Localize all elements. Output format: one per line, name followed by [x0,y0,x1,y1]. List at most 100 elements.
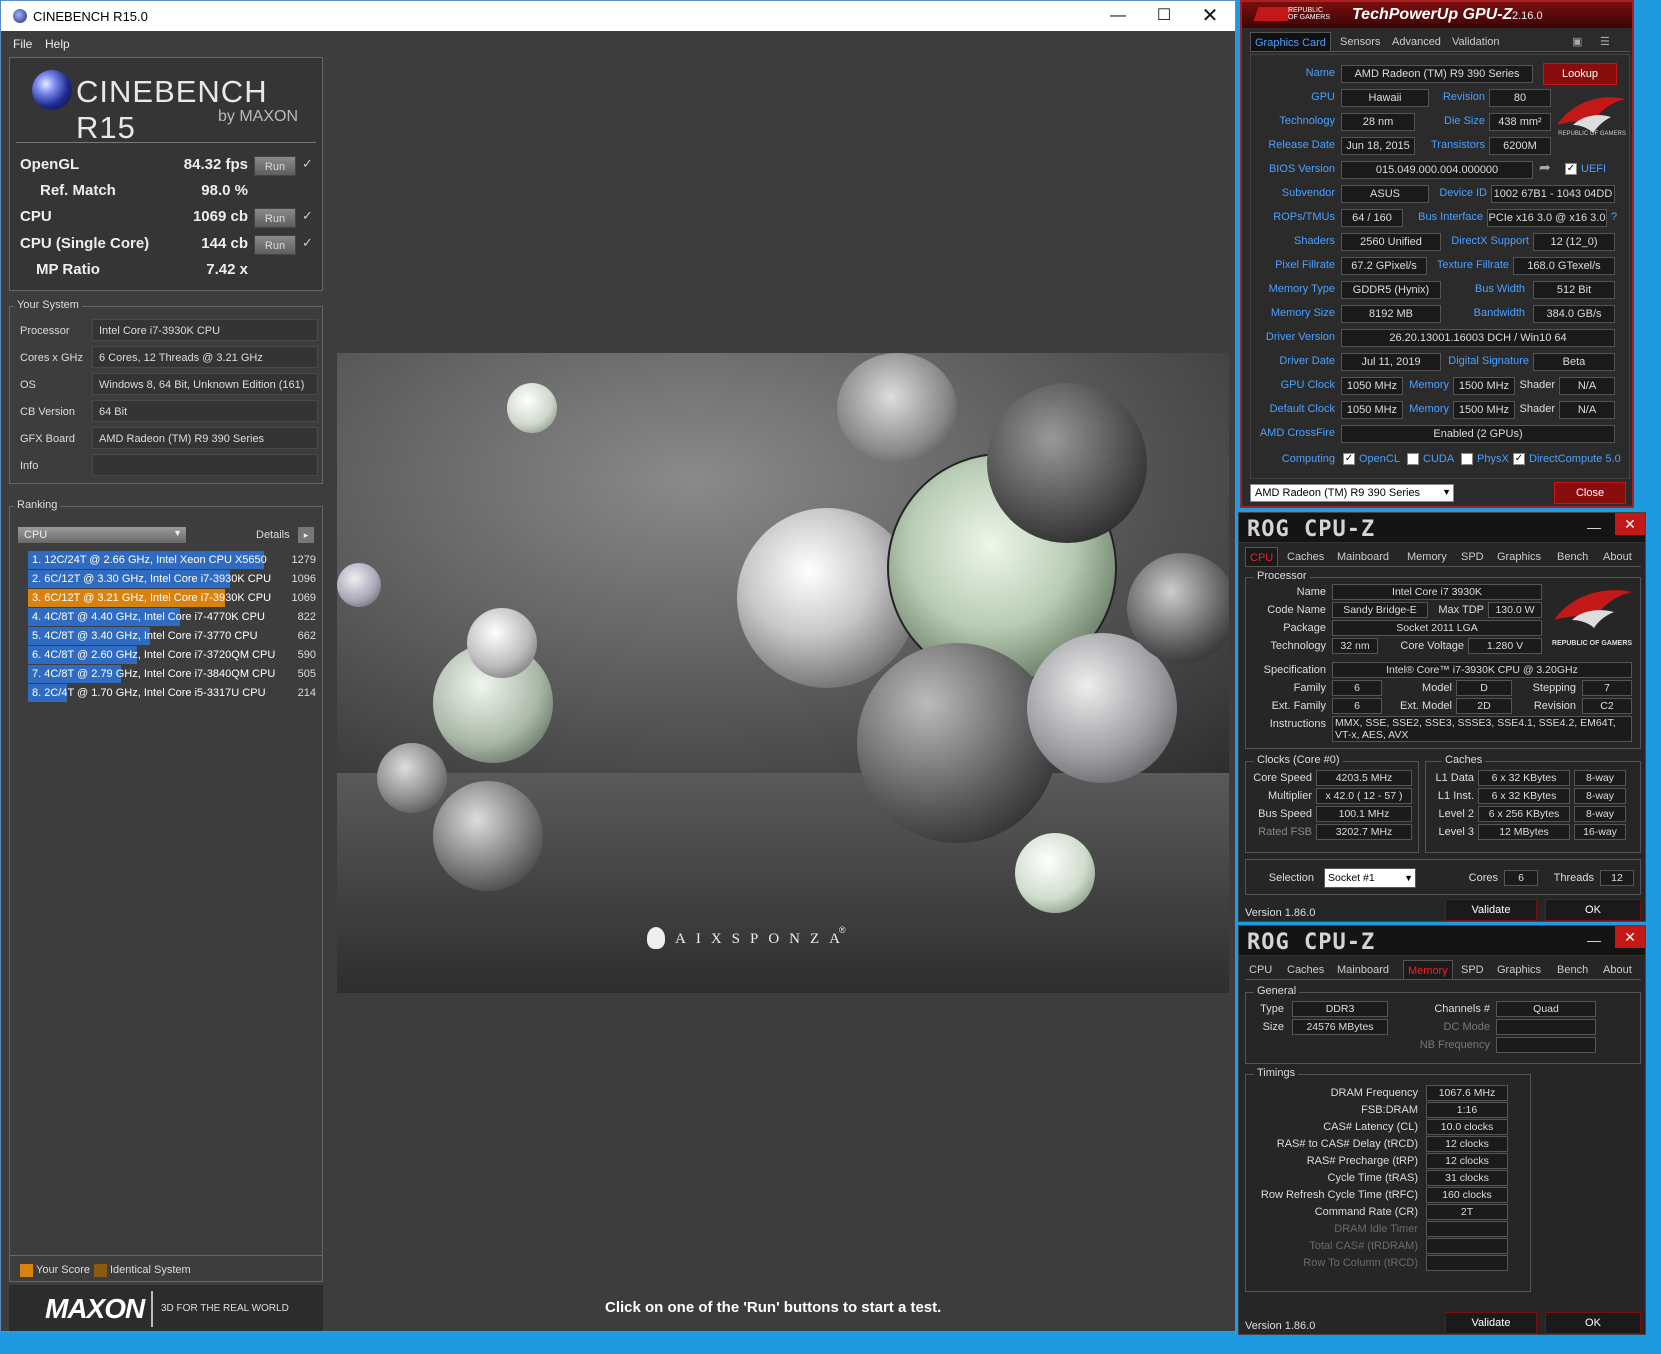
transistors-value: 6200M [1489,137,1551,155]
ranking-row[interactable]: 2. 6C/12T @ 3.30 GHz, Intel Core i7-3930… [28,570,320,588]
validate-button[interactable]: Validate [1445,1312,1537,1334]
ranking-dropdown-value: CPU [24,529,48,541]
family-value: 6 [1332,680,1382,696]
close-button[interactable]: ✕ [1615,513,1645,535]
ranking-label: 2. 6C/12T @ 3.30 GHz, Intel Core i7-3930… [32,573,272,585]
physx-checkbox[interactable] [1461,453,1473,465]
info-field[interactable] [92,454,318,476]
tab-caches[interactable]: Caches [1283,547,1328,567]
tab-spd[interactable]: SPD [1457,960,1488,980]
run-opengl-button[interactable]: Run [254,156,296,176]
render-watermark: AIXSPONZA [675,931,851,947]
close-button[interactable]: ✕ [1615,926,1645,948]
identical-system-legend: Identical System [110,1264,191,1276]
tab-memory[interactable]: Memory [1403,960,1453,980]
socket-dropdown[interactable]: Socket #1 ▼ [1324,868,1416,888]
maxtdp-value: 130.0 W [1488,602,1542,618]
maxon-logo: MAXON [45,1293,145,1324]
menu-file[interactable]: File [13,37,32,51]
tab-bench[interactable]: Bench [1553,960,1592,980]
timing-value [1426,1238,1508,1254]
directcompute-checkbox[interactable]: ✓ [1513,453,1525,465]
extfamily-value: 6 [1332,698,1382,714]
timings-legend: Timings [1254,1067,1299,1079]
opencl-checkbox[interactable]: ✓ [1343,453,1355,465]
uefi-label: UEFI [1581,163,1607,175]
technology-label: Technology [1270,640,1326,652]
minimize-button[interactable]: — [1095,1,1141,31]
status-text: Click on one of the 'Run' buttons to sta… [605,1299,942,1316]
minimize-button[interactable]: — [1587,932,1601,948]
timing-value [1426,1255,1508,1271]
menu-icon[interactable]: ☰ [1596,32,1614,52]
ranking-dropdown[interactable]: CPU ▼ [18,527,186,543]
tab-cpu[interactable]: CPU [1245,960,1276,980]
your-score-swatch [20,1264,33,1277]
gpuclock-value: 1050 MHz [1341,377,1403,395]
cuda-checkbox[interactable] [1407,453,1419,465]
tab-about[interactable]: About [1599,547,1636,567]
ranking-row[interactable]: 4. 4C/8T @ 4.40 GHz, Intel Core i7-4770K… [28,608,320,626]
ranking-row[interactable]: 7. 4C/8T @ 2.79 GHz, Intel Core i7-3840Q… [28,665,320,683]
maximize-button[interactable]: ☐ [1141,1,1187,31]
tab-memory[interactable]: Memory [1403,547,1451,567]
camera-icon[interactable]: ▣ [1568,32,1586,52]
level3-value: 12 MBytes [1478,824,1570,840]
system-key: OS [20,379,36,391]
chevron-down-icon: ▼ [1442,487,1451,497]
release-value: Jun 18, 2015 [1341,137,1415,155]
shaders-label: Shaders [1294,235,1335,247]
divider [151,1291,153,1327]
close-gpuz-button[interactable]: Close [1554,482,1626,504]
gpu-select-dropdown[interactable]: AMD Radeon (TM) R9 390 Series ▼ [1250,484,1454,502]
menu-help[interactable]: Help [45,37,70,51]
timing-label: DRAM Frequency [1330,1087,1418,1099]
ranking-legend: Ranking [14,499,61,511]
ok-button[interactable]: OK [1545,899,1641,921]
ok-button[interactable]: OK [1545,1312,1641,1334]
family-label: Family [1293,682,1326,694]
close-button[interactable]: ✕ [1187,1,1233,31]
run-cpu-button[interactable]: Run [254,208,296,228]
logo-score-panel: CINEBENCH R15 by MAXON OpenGL 84.32 fps … [9,57,323,291]
cpu-label: CPU [20,208,52,225]
render-sphere [507,383,557,433]
render-sphere [1127,553,1229,663]
timing-label: Row To Column (tRCD) [1303,1257,1418,1269]
tab-validation[interactable]: Validation [1448,32,1504,52]
opengl-check-icon: ✓ [302,156,313,171]
tab-sensors[interactable]: Sensors [1336,32,1384,52]
ranking-row[interactable]: 6. 4C/8T @ 2.60 GHz, Intel Core i7-3720Q… [28,646,320,664]
share-icon[interactable]: ➦ [1539,159,1551,176]
memtype-value: GDDR5 (Hynix) [1341,281,1441,299]
ranking-row[interactable]: 8. 2C/4T @ 1.70 GHz, Intel Core i5-3317U… [28,684,320,702]
minimize-button[interactable]: — [1587,519,1601,535]
ranking-row[interactable]: 1. 12C/24T @ 2.66 GHz, Intel Xeon CPU X5… [28,551,320,569]
tab-spd[interactable]: SPD [1457,547,1488,567]
tab-mainboard[interactable]: Mainboard [1333,547,1393,567]
validate-button[interactable]: Validate [1445,899,1537,921]
pixel-fillrate-label: Pixel Fillrate [1275,259,1335,271]
ranking-score: 505 [297,668,316,680]
bus-help-icon[interactable]: ? [1611,211,1617,223]
tab-cpu[interactable]: CPU [1245,547,1279,567]
run-cpu-single-button[interactable]: Run [254,235,296,255]
tab-caches[interactable]: Caches [1283,960,1328,980]
lookup-button[interactable]: Lookup [1543,63,1617,85]
chevron-down-icon: ▼ [1404,873,1413,883]
timings-group: Timings DRAM Frequency 1067.6 MHz FSB:DRAM… [1245,1067,1531,1292]
details-arrow-icon[interactable]: ▸ [298,527,314,543]
tab-mainboard[interactable]: Mainboard [1333,960,1393,980]
ranking-row[interactable]: 3. 6C/12T @ 3.21 GHz, Intel Core i7-3930… [28,589,320,607]
tab-graphics[interactable]: Graphics [1493,960,1545,980]
level3-label: Level 3 [1438,826,1474,838]
uefi-checkbox[interactable]: ✓ [1565,163,1577,175]
bios-value: 015.049.000.004.000000 [1341,161,1533,179]
tab-graphics[interactable]: Graphics [1493,547,1545,567]
opengl-score: 84.32 fps [183,156,248,173]
tab-advanced[interactable]: Advanced [1388,32,1445,52]
tab-bench[interactable]: Bench [1553,547,1592,567]
ranking-row[interactable]: 5. 4C/8T @ 3.40 GHz, Intel Core i7-3770 … [28,627,320,645]
tab-about[interactable]: About [1599,960,1636,980]
tab-graphics-card[interactable]: Graphics Card [1250,32,1331,52]
